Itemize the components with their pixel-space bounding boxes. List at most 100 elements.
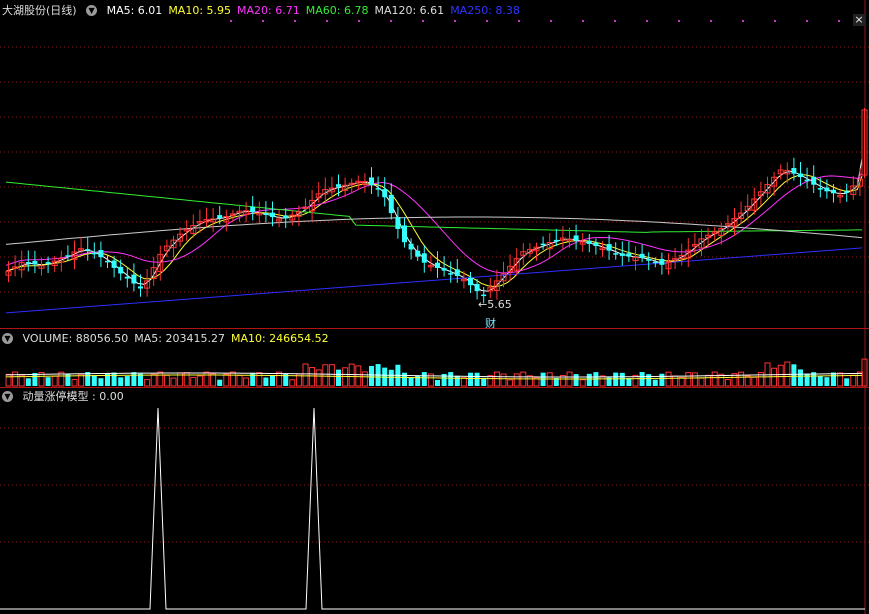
volume-bar xyxy=(163,374,170,387)
volume-bar xyxy=(369,366,374,386)
candle-body xyxy=(250,206,256,213)
volume-bar xyxy=(579,379,586,387)
candle-body xyxy=(408,243,414,250)
candle-body xyxy=(441,268,447,271)
volume-bar xyxy=(203,371,210,387)
candle-body xyxy=(817,188,823,190)
marker-dot xyxy=(294,20,296,22)
marker-dot xyxy=(838,20,840,22)
candle-body xyxy=(791,167,797,174)
volume-bar xyxy=(190,376,197,387)
marker-dot xyxy=(614,20,616,22)
candle-body xyxy=(45,262,51,264)
volume-bar xyxy=(500,373,507,387)
volume-bar xyxy=(844,378,850,386)
marker-dot xyxy=(742,20,744,22)
candle-body xyxy=(131,274,137,284)
volume-bar xyxy=(150,373,157,387)
marker-dot xyxy=(390,20,392,22)
volume-bar xyxy=(573,374,579,386)
volume-bar xyxy=(243,377,250,387)
volume-bar xyxy=(124,376,130,386)
price-chart[interactable] xyxy=(0,0,869,328)
volume-legend-item: VOLUME: 88056.50 xyxy=(22,332,129,345)
indicator-legend: ▼ 动量涨停模型 : 0.00 xyxy=(2,389,130,404)
candle-body xyxy=(25,262,31,264)
marker-dot xyxy=(262,20,264,22)
candle-body xyxy=(553,239,559,242)
volume-bar xyxy=(315,369,322,387)
volume-bar xyxy=(804,373,810,386)
candle-body xyxy=(65,255,71,257)
candle-body xyxy=(586,240,592,245)
marker-dot xyxy=(326,20,328,22)
volume-bar xyxy=(738,371,745,387)
volume-bar xyxy=(705,374,712,387)
candle-body xyxy=(388,194,394,214)
volume-legend-item: MA5: 203415.27 xyxy=(134,332,225,345)
volume-bar xyxy=(118,377,124,386)
volume-bar xyxy=(837,372,844,387)
candle-body xyxy=(138,286,143,289)
volume-bar xyxy=(256,372,263,387)
volume-bar xyxy=(652,379,658,386)
candle-body xyxy=(798,173,803,177)
volume-bar xyxy=(698,377,705,387)
candle-body xyxy=(124,276,130,279)
volume-bar xyxy=(223,373,230,387)
volume-bar xyxy=(276,371,283,387)
ma-legend-item: MA60: 6.78 xyxy=(305,4,369,17)
volume-bar xyxy=(831,372,836,386)
indicator-chart[interactable] xyxy=(0,388,869,614)
candle-body xyxy=(824,187,830,192)
low-price-value: 5.65 xyxy=(487,298,512,311)
volume-bar xyxy=(421,372,427,386)
volume-bar xyxy=(454,375,460,386)
volume-bar xyxy=(448,372,454,386)
candle-body xyxy=(98,250,104,258)
chevron-down-icon[interactable]: ▼ xyxy=(86,4,98,16)
candle-body xyxy=(844,191,850,193)
volume-bar xyxy=(817,376,823,386)
marker-dot xyxy=(678,20,680,22)
chevron-down-icon[interactable]: ▼ xyxy=(2,332,13,344)
candle-body xyxy=(217,215,223,219)
indicator-pane[interactable]: ▼ 动量涨停模型 : 0.00 xyxy=(0,388,869,614)
volume-bar xyxy=(157,371,164,387)
candle-body xyxy=(613,253,619,255)
volume-bar xyxy=(270,375,275,386)
volume-bar xyxy=(798,369,803,386)
marker-dot xyxy=(582,20,584,22)
volume-bar xyxy=(105,372,110,386)
candle-body xyxy=(468,277,473,286)
volume-bar xyxy=(460,377,467,387)
volume-bar xyxy=(328,364,335,387)
candle-body xyxy=(435,262,440,268)
chevron-down-icon[interactable]: ▼ xyxy=(2,390,13,402)
candle-body xyxy=(395,217,401,229)
candle-body xyxy=(639,253,645,258)
ma60-line xyxy=(5,181,862,233)
volume-bar xyxy=(12,371,19,387)
volume-bar xyxy=(71,378,78,387)
price-chart-pane[interactable]: 大湖股份(日线) ▼ MA5: 6.01 MA10: 5.95 MA20: 6.71… xyxy=(0,0,869,330)
candle-body xyxy=(573,235,579,241)
volume-bar xyxy=(131,372,137,386)
arrow-left-icon: ← xyxy=(478,298,488,311)
volume-bar xyxy=(170,377,177,387)
close-icon[interactable]: × xyxy=(853,14,865,26)
volume-bar xyxy=(302,363,309,387)
candle-body xyxy=(626,253,632,257)
volume-legend: ▼ VOLUME: 88056.50 MA5: 203415.27 MA10: 24… xyxy=(2,331,341,346)
volume-bar xyxy=(619,372,625,386)
volume-bar xyxy=(672,375,679,387)
volume-bar xyxy=(388,369,394,386)
volume-bar xyxy=(685,372,692,387)
volume-bar xyxy=(98,378,104,386)
volume-pane[interactable]: ▼ VOLUME: 88056.50 MA5: 203415.27 MA10: 24… xyxy=(0,329,869,387)
volume-bar xyxy=(751,376,758,387)
candle-body xyxy=(415,250,421,257)
volume-bar xyxy=(5,373,12,387)
marker-dot xyxy=(550,20,552,22)
ma-legend-item: MA120: 6.61 xyxy=(374,4,445,17)
